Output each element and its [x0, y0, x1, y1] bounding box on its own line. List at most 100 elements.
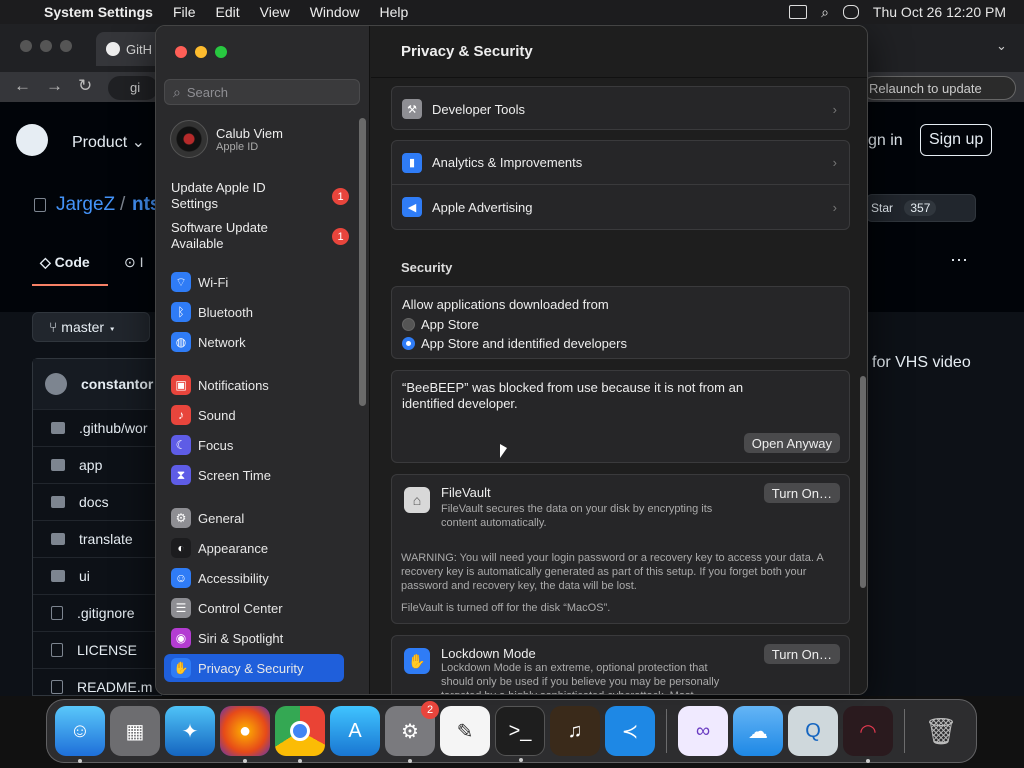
chevron-right-icon: ›	[832, 155, 837, 170]
file-name[interactable]: README.m	[77, 679, 152, 695]
spotlight-search-icon[interactable]: ⌕	[821, 4, 829, 21]
menu-view[interactable]: View	[250, 4, 300, 20]
back-arrow-icon[interactable]: ←	[14, 76, 31, 96]
sidebar-item-focus[interactable]: ☾ Focus	[164, 431, 344, 459]
chrome-icon[interactable]	[275, 706, 325, 763]
row-label: Analytics & Improvements	[432, 155, 583, 170]
file-row[interactable]: LICENSE	[33, 631, 161, 668]
file-name[interactable]: docs	[79, 494, 109, 510]
github-octocat-icon[interactable]	[16, 124, 48, 156]
safari-icon[interactable]: ✦	[165, 706, 215, 756]
file-row[interactable]: ui	[33, 557, 161, 594]
running-indicator	[78, 759, 82, 763]
sidebar-item-screen-time[interactable]: ⧗ Screen Time	[164, 461, 344, 489]
sidebar-scrollbar[interactable]	[359, 118, 366, 406]
sidebar-item-notifications[interactable]: ▣ Notifications	[164, 371, 344, 399]
file-name[interactable]: .github/wor	[79, 420, 147, 436]
repo-owner-link[interactable]: JargeZ	[56, 194, 115, 216]
sidebar-item-sound[interactable]: ♪ Sound	[164, 401, 344, 429]
file-name[interactable]: translate	[79, 531, 133, 547]
file-row[interactable]: docs	[33, 483, 161, 520]
hammer-icon: ⚒	[402, 99, 422, 119]
sidebar-item-software-update[interactable]: Software Update Available 1	[171, 220, 361, 252]
browser-minimize-button[interactable]	[40, 40, 52, 52]
finder-icon[interactable]: ☺	[55, 706, 105, 763]
system-settings-icon[interactable]: ⚙ 2	[385, 701, 439, 763]
content-scrollbar[interactable]	[860, 376, 866, 588]
control-center-icon[interactable]	[842, 5, 859, 19]
window-zoom-button[interactable]	[215, 46, 227, 58]
window-switcher-icon[interactable]	[789, 5, 808, 19]
browser-zoom-button[interactable]	[60, 40, 72, 52]
forward-arrow-icon[interactable]: →	[46, 76, 63, 96]
menu-edit[interactable]: Edit	[206, 4, 250, 20]
branch-selector[interactable]: ⑂ master ▾	[32, 312, 150, 342]
radio-app-store[interactable]: App Store	[402, 315, 839, 334]
terminal-icon[interactable]: >_	[495, 706, 545, 762]
committer-avatar[interactable]	[45, 373, 67, 395]
relaunch-to-update-button[interactable]: Relaunch to update	[862, 76, 1016, 100]
apple-advertising-row[interactable]: ◀ Apple Advertising ›	[392, 185, 849, 229]
firefox-icon[interactable]: ●	[220, 706, 270, 763]
committer-name[interactable]: constantor	[81, 376, 153, 392]
file-name[interactable]: ui	[79, 568, 90, 584]
open-anyway-button[interactable]: Open Anyway	[743, 433, 840, 453]
github-signup-button[interactable]: Sign up	[920, 124, 993, 156]
lockdown-turn-on-button[interactable]: Turn On…	[763, 644, 840, 664]
sidebar-item-update-apple-id[interactable]: Update Apple ID Settings 1	[171, 180, 361, 212]
menu-help[interactable]: Help	[370, 4, 419, 20]
launchpad-icon[interactable]: ▦	[110, 706, 160, 756]
issues-tab[interactable]: ⊙ I	[124, 254, 144, 271]
reload-icon[interactable]: ↻	[78, 76, 92, 96]
menu-file[interactable]: File	[163, 4, 206, 20]
apple-id-account[interactable]: Calub Viem Apple ID	[170, 120, 283, 158]
tab-list-chevron-icon[interactable]: ⌄	[996, 38, 1007, 54]
sidebar-item-accessibility[interactable]: ☺ Accessibility	[164, 564, 344, 592]
quicktime-icon[interactable]: Q	[788, 706, 838, 756]
radio-button-selected[interactable]	[402, 337, 415, 350]
sidebar-item-bluetooth[interactable]: ᛒ Bluetooth	[164, 298, 344, 326]
window-close-button[interactable]	[175, 46, 187, 58]
garageband-icon[interactable]: ♫	[550, 706, 600, 756]
github-product-menu[interactable]: Product ⌄	[72, 132, 145, 152]
filevault-turn-on-button[interactable]: Turn On…	[763, 483, 840, 503]
weather-icon[interactable]: ☁	[733, 706, 783, 756]
radio-identified-developers[interactable]: App Store and identified developers	[402, 334, 839, 353]
textedit-icon[interactable]: ✎	[440, 706, 490, 756]
sidebar-item-privacy-security[interactable]: ✋ Privacy & Security	[164, 654, 344, 682]
file-row[interactable]: app	[33, 446, 161, 483]
vscode-icon[interactable]: ≺	[605, 706, 655, 756]
browser-close-button[interactable]	[20, 40, 32, 52]
analytics-row[interactable]: ▮ Analytics & Improvements ›	[392, 141, 849, 185]
visual-studio-icon[interactable]: ∞	[678, 706, 728, 756]
sidebar-item-network[interactable]: ◍ Network	[164, 328, 344, 356]
file-name[interactable]: .gitignore	[77, 605, 135, 621]
address-bar[interactable]: gi	[108, 76, 158, 100]
sidebar-item-siri-spotlight[interactable]: ◉ Siri & Spotlight	[164, 624, 344, 652]
sidebar-item-control-center[interactable]: ☰ Control Center	[164, 594, 344, 622]
github-signin-link[interactable]: gn in	[868, 132, 903, 150]
star-button[interactable]: Star 357	[866, 194, 976, 222]
app-store-icon[interactable]: A	[330, 706, 380, 756]
menu-clock[interactable]: Thu Oct 26 12:20 PM	[873, 4, 1006, 20]
file-row[interactable]: .github/wor	[33, 409, 161, 446]
file-row[interactable]: .gitignore	[33, 594, 161, 631]
file-name[interactable]: app	[79, 457, 102, 473]
menu-window[interactable]: Window	[300, 4, 370, 20]
more-options-icon[interactable]: ⋯	[950, 250, 968, 271]
radio-button[interactable]	[402, 318, 415, 331]
sidebar-item-appearance[interactable]: ◐ Appearance	[164, 534, 344, 562]
trash-icon[interactable]: 🗑	[916, 706, 966, 756]
sidebar-search-input[interactable]: ⌕ Search	[164, 79, 360, 105]
recorder-icon[interactable]: ◠	[843, 706, 893, 763]
developer-tools-row[interactable]: ⚒ Developer Tools ›	[392, 87, 849, 131]
window-minimize-button[interactable]	[195, 46, 207, 58]
menu-app-name[interactable]: System Settings	[40, 4, 163, 20]
sidebar-item-general[interactable]: ⚙ General	[164, 504, 344, 532]
file-row[interactable]: translate	[33, 520, 161, 557]
window-traffic-lights	[175, 46, 227, 58]
sidebar-item-wi-fi[interactable]: ⌔ Wi-Fi	[164, 268, 344, 296]
code-tab[interactable]: ◇ Code	[40, 254, 90, 271]
file-name[interactable]: LICENSE	[77, 642, 137, 658]
update-badge: 1	[332, 228, 349, 245]
